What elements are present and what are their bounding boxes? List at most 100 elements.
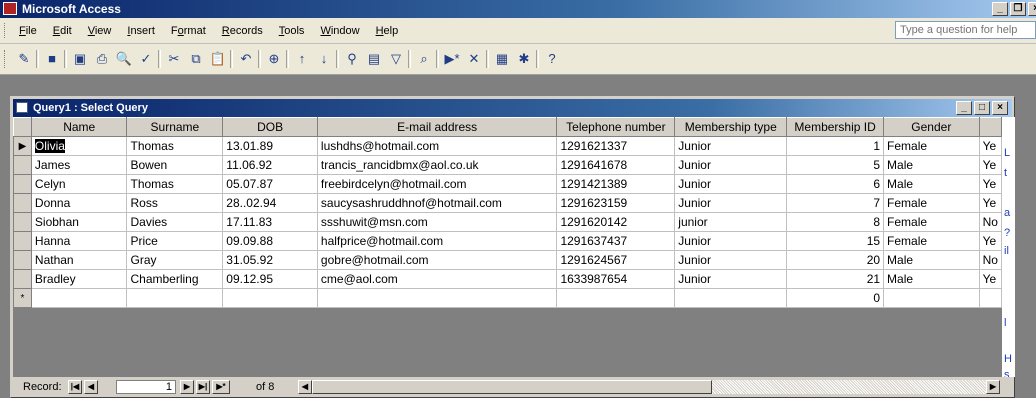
filter-by-selection-icon[interactable]: ⚲	[342, 50, 362, 68]
cell-phone[interactable]	[556, 288, 676, 308]
cell-email[interactable]: cme@aol.com	[316, 269, 558, 289]
design-view-icon[interactable]: ✎	[14, 50, 34, 68]
menu-edit[interactable]: Edit	[45, 25, 80, 37]
next-record-button[interactable]: ▶	[180, 380, 194, 394]
cell-name[interactable]: Hanna	[30, 231, 128, 251]
cut-icon[interactable]: ✂	[164, 50, 184, 68]
column-header-telephone-number[interactable]: Telephone number	[556, 117, 676, 137]
cell-name[interactable]: Nathan	[30, 250, 128, 270]
query-minimize-button[interactable]: _	[956, 101, 972, 115]
cell-dob[interactable]: 11.06.92	[222, 155, 318, 175]
copy-icon[interactable]: ⧉	[186, 50, 206, 68]
save-icon[interactable]: ■	[42, 50, 62, 68]
cell-type[interactable]: Junior	[674, 136, 788, 156]
new-record-icon[interactable]: ▶*	[442, 50, 462, 68]
cell-surname[interactable]: Thomas	[126, 174, 224, 194]
current-record-input[interactable]: 1	[116, 380, 176, 394]
close-button[interactable]: ×	[1028, 2, 1036, 16]
cell-id[interactable]: 20	[786, 250, 885, 270]
cell-email[interactable]: lushdhs@hotmail.com	[316, 136, 558, 156]
cell-name[interactable]: Bradley	[30, 269, 128, 289]
table-row[interactable]: Hanna Price 09.09.88 halfprice@hotmail.com 1…	[13, 231, 1002, 251]
row-selector[interactable]	[13, 269, 32, 289]
minimize-button[interactable]: _	[992, 2, 1008, 16]
column-header-surname[interactable]: Surname	[126, 117, 224, 137]
cell-type[interactable]: Junior	[674, 231, 788, 251]
cell-name[interactable]: James	[30, 155, 128, 175]
cell-extra[interactable]: Ye	[978, 155, 1002, 175]
delete-record-icon[interactable]: ✕	[464, 50, 484, 68]
menu-view[interactable]: View	[80, 25, 120, 37]
cell-id[interactable]: 15	[786, 231, 885, 251]
find-icon[interactable]: ⌕	[414, 50, 434, 68]
table-row[interactable]: Celyn Thomas 05.07.87 freebirdcelyn@hotmail…	[13, 174, 1002, 194]
cell-surname[interactable]: Bowen	[126, 155, 224, 175]
row-selector[interactable]	[13, 212, 32, 232]
cell-dob[interactable]: 09.12.95	[222, 269, 318, 289]
cell-phone[interactable]: 1291621337	[556, 136, 676, 156]
cell-gender[interactable]: Male	[883, 269, 980, 289]
new-record-nav-button[interactable]: ▶*	[212, 380, 230, 394]
database-window-icon[interactable]: ▦	[492, 50, 512, 68]
cell-surname[interactable]	[126, 288, 224, 308]
toolbar-grip[interactable]	[4, 50, 8, 68]
cell-gender[interactable]: Female	[883, 231, 980, 251]
cell-name[interactable]: Celyn	[30, 174, 128, 194]
menu-tools[interactable]: Tools	[271, 25, 313, 37]
table-row[interactable]: Nathan Gray 31.05.92 gobre@hotmail.com 12916…	[13, 250, 1002, 270]
cell-phone[interactable]: 1291637437	[556, 231, 676, 251]
cell-extra[interactable]: Ye	[978, 136, 1002, 156]
cell-gender[interactable]: Male	[883, 250, 980, 270]
table-row[interactable]: Siobhan Davies 17.11.83 ssshuwit@msn.com 129…	[13, 212, 1002, 232]
help-icon[interactable]: ?	[542, 50, 562, 68]
cell-phone[interactable]: 1291623159	[556, 193, 676, 213]
menu-help[interactable]: Help	[368, 25, 407, 37]
table-row[interactable]: Bradley Chamberling 09.12.95 cme@aol.com 163…	[13, 269, 1002, 289]
cell-type[interactable]: Junior	[674, 250, 788, 270]
cell-surname[interactable]: Davies	[126, 212, 224, 232]
cell-name[interactable]: Olivia	[30, 136, 128, 156]
cell-type[interactable]: Junior	[674, 155, 788, 175]
row-selector[interactable]	[13, 193, 32, 213]
cell-email[interactable]: saucysashruddhnof@hotmail.com	[316, 193, 558, 213]
column-header-e-mail-address[interactable]: E-mail address	[316, 117, 558, 137]
cell-surname[interactable]: Price	[126, 231, 224, 251]
cell-extra[interactable]: Ye	[978, 193, 1002, 213]
cell-type[interactable]: junior	[674, 212, 788, 232]
column-header-name[interactable]: Name	[30, 117, 128, 137]
cell-extra[interactable]: No	[978, 212, 1002, 232]
menu-insert[interactable]: Insert	[119, 25, 163, 37]
cell-phone[interactable]: 1291624567	[556, 250, 676, 270]
cell-surname[interactable]: Ross	[126, 193, 224, 213]
sort-ascending-icon[interactable]: ↑	[292, 50, 312, 68]
print-icon[interactable]: ⎙	[92, 50, 112, 68]
cell-surname[interactable]: Thomas	[126, 136, 224, 156]
new-record-row[interactable]: * 0	[13, 288, 1002, 308]
apply-filter-icon[interactable]: ▽	[386, 50, 406, 68]
cell-type[interactable]: Junior	[674, 269, 788, 289]
scroll-right-button[interactable]: ▶	[986, 380, 1000, 394]
cell-dob[interactable]: 31.05.92	[222, 250, 318, 270]
column-header-partial[interactable]	[978, 117, 1002, 137]
vertical-scroll-strip[interactable]: L t a ? il l H s	[1002, 117, 1015, 381]
print-preview-toggle-icon[interactable]: ▣	[70, 50, 90, 68]
new-record-selector[interactable]: *	[13, 288, 32, 308]
menubar-grip[interactable]	[4, 23, 8, 38]
cell-surname[interactable]: Gray	[126, 250, 224, 270]
query-maximize-button[interactable]: □	[974, 101, 990, 115]
horizontal-scroll-thumb[interactable]	[312, 380, 712, 394]
cell-id[interactable]: 21	[786, 269, 885, 289]
cell-email[interactable]: trancis_rancidbmx@aol.co.uk	[316, 155, 558, 175]
cell-email[interactable]: gobre@hotmail.com	[316, 250, 558, 270]
cell-dob[interactable]: 13.01.89	[222, 136, 318, 156]
cell-id[interactable]: 1	[786, 136, 885, 156]
cell-surname[interactable]: Chamberling	[126, 269, 224, 289]
print-preview-icon[interactable]: 🔍	[114, 50, 134, 68]
row-selector[interactable]	[13, 174, 32, 194]
table-row[interactable]: ▶ Olivia Thomas 13.01.89 lushdhs@hotmail.com…	[13, 136, 1002, 156]
menu-format[interactable]: Format	[163, 25, 214, 37]
cell-extra[interactable]: Ye	[978, 269, 1002, 289]
cell-extra[interactable]: No	[978, 250, 1002, 270]
cell-extra[interactable]: Ye	[978, 231, 1002, 251]
cell-id[interactable]: 8	[786, 212, 885, 232]
